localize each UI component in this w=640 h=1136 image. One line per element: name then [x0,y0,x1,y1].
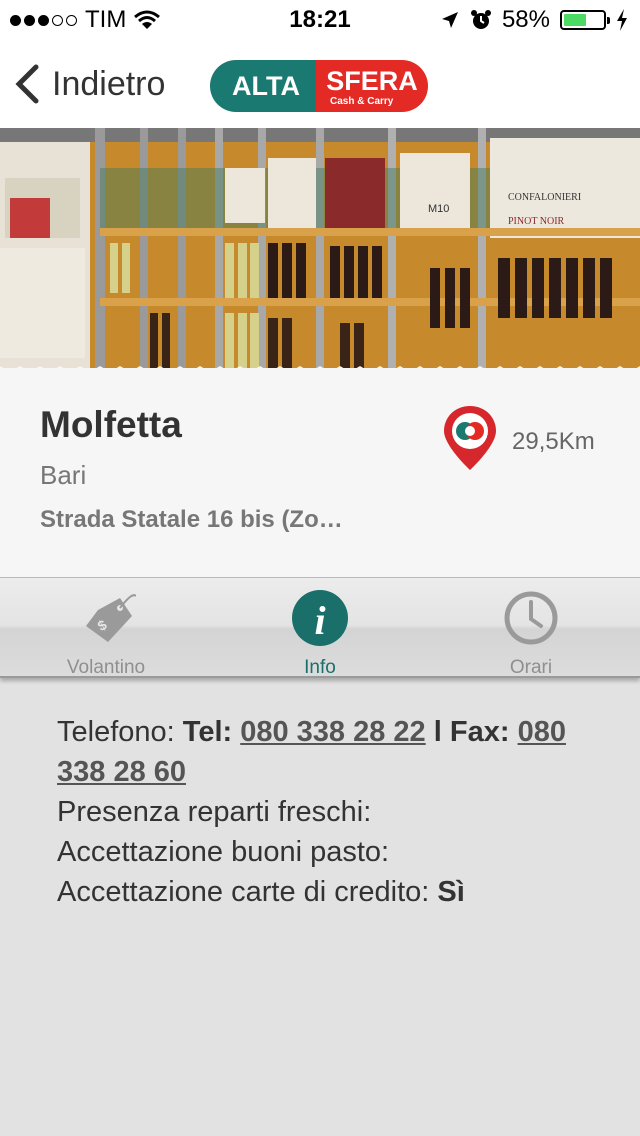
tab-volantino[interactable]: $ Volantino [16,588,196,678]
credit-cards-line: Accettazione carte di credito: Sì [57,872,597,912]
phone-line: Telefono: Tel: 080 338 28 22 l Fax: 080 … [57,712,597,792]
wine-shelves-illustration: M10 CONFALONIERI PINOT NOIR [0,128,640,372]
tab-bar: $ Volantino i Info Orari [0,578,640,678]
back-button[interactable]: Indietro [14,64,165,104]
info-icon: i [292,590,348,646]
store-photo: M10 CONFALONIERI PINOT NOIR [0,128,640,372]
store-distance: 29,5Km [512,428,595,455]
tel-number-link[interactable]: 080 338 28 22 [240,716,425,748]
store-details: Telefono: Tel: 080 338 28 22 l Fax: 080 … [57,712,597,912]
logo-subtitle: Cash & Carry [330,96,394,107]
price-tag-icon: $ [86,594,137,642]
fresh-departments-line: Presenza reparti freschi: [57,792,597,832]
navigation-bar: Indietro ALTA SFERA Cash & Carry [0,40,640,128]
back-button-label: Indietro [52,64,166,103]
tab-orari[interactable]: Orari [441,588,621,678]
fax-label: Fax: [449,716,510,748]
location-arrow-icon [441,12,458,28]
battery-icon [560,10,610,30]
meal-vouchers-line: Accettazione buoni pasto: [57,832,597,872]
store-address: Strada Statale 16 bis (Zo… [40,506,343,533]
alarm-clock-icon [470,10,491,29]
clock-icon [504,591,558,645]
store-city: Bari [40,460,87,490]
chevron-left-icon [15,64,39,104]
box-label-m10: M10 [428,203,449,215]
svg-text:i: i [314,598,325,643]
battery-level-fill [564,14,587,26]
card-value: Sì [437,876,465,908]
tab-orari-label: Orari [509,657,553,678]
charging-bolt-icon [617,9,627,31]
status-bar: TIM 18:21 58% [0,0,640,40]
store-name: Molfetta [40,404,182,445]
tel-label: Tel: [182,716,233,748]
meal-label: Accettazione buoni pasto: [57,836,390,868]
fresh-label: Presenza reparti freschi: [57,796,372,828]
box-label-pinot: PINOT NOIR [508,216,565,227]
map-pin-icon[interactable] [442,404,498,472]
tab-volantino-label: Volantino [66,657,146,678]
altasfera-logo: ALTA SFERA Cash & Carry [210,60,430,112]
phone-label: Telefono: [57,716,175,748]
box-label-brand: CONFALONIERI [508,192,581,203]
card-label: Accettazione carte di credito: [57,876,430,908]
battery-percent: 58% [501,6,550,33]
tab-info-label: Info [304,657,336,678]
status-right: 58% [440,6,628,34]
store-info-card: Molfetta Bari Strada Statale 16 bis (Zo…… [0,368,640,578]
logo-alta-text: ALTA [210,60,322,112]
tab-info[interactable]: i Info [230,588,410,678]
separator: l [433,716,442,748]
